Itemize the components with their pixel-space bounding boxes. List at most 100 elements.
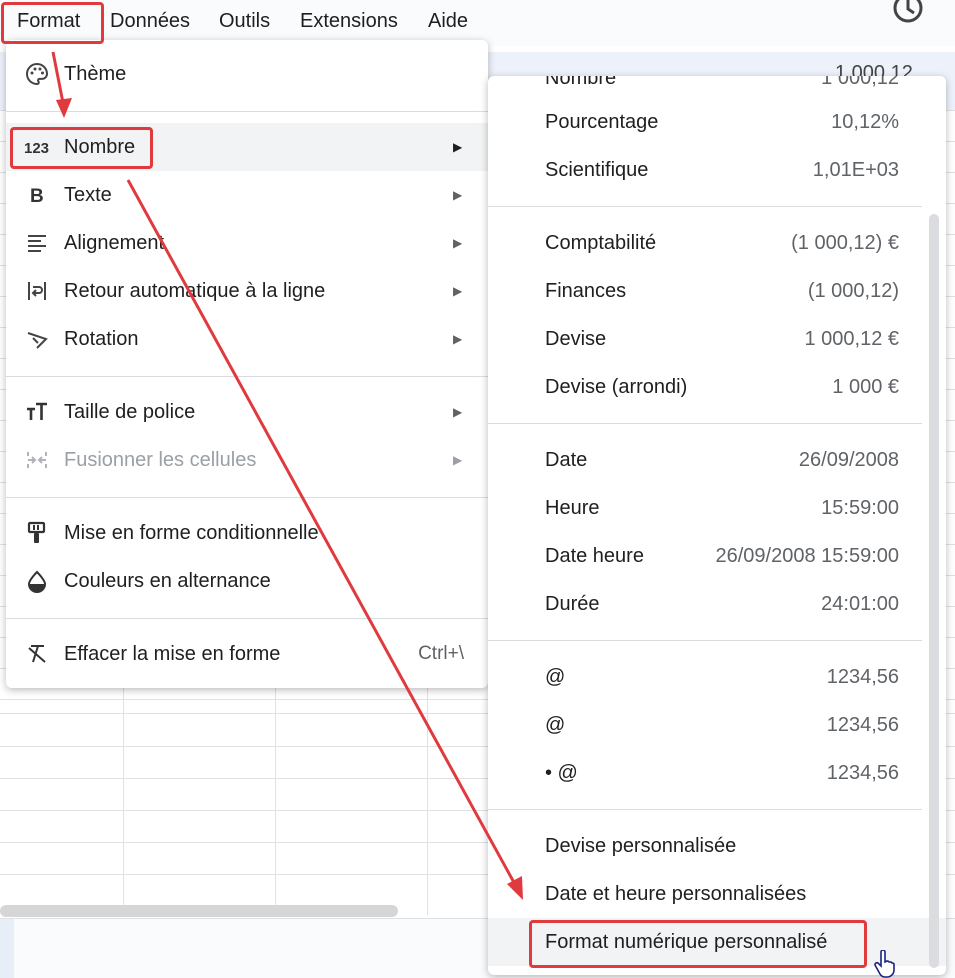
submenu-item-accounting[interactable]: Comptabilité (1 000,12) €	[488, 219, 946, 267]
menu-outils[interactable]: Outils	[219, 10, 270, 33]
submenu-item-scientific[interactable]: Scientifique 1,01E+03	[488, 146, 946, 194]
submenu-arrow-icon: ▶	[453, 405, 463, 419]
item-example: 1,01E+03	[812, 159, 899, 181]
menu-aide[interactable]: Aide	[428, 10, 468, 33]
text-rotation-icon	[27, 332, 48, 349]
item-example: 1234,56	[826, 714, 899, 736]
submenu-item-time[interactable]: Heure 15:59:00	[488, 484, 946, 532]
number-format-submenu: Nombre 1 000,12 Pourcentage 10,12% Scien…	[488, 76, 946, 975]
item-label: Heure	[545, 497, 600, 519]
menu-item-label: Retour automatique à la ligne	[64, 280, 326, 302]
submenu-item-custom-currency[interactable]: Devise personnalisée	[488, 822, 946, 870]
menu-item-alternating-colors[interactable]: Couleurs en alternance	[6, 557, 488, 605]
menu-extensions[interactable]: Extensions	[300, 10, 398, 33]
menu-item-label: Rotation	[64, 328, 139, 350]
submenu-arrow-icon: ▶	[453, 332, 463, 346]
text-wrap-icon	[28, 282, 46, 300]
menu-item-conditional-format[interactable]: Mise en forme conditionnelle	[6, 509, 488, 557]
item-example: (1 000,12) €	[791, 232, 899, 254]
menu-item-label: Texte	[64, 184, 112, 206]
menu-item-clear-format[interactable]: Effacer la mise en forme Ctrl+\	[6, 630, 488, 678]
svg-text:B: B	[30, 186, 44, 207]
submenu-item-currency[interactable]: Devise 1 000,12 €	[488, 315, 946, 363]
item-label: Date et heure personnalisées	[545, 883, 807, 905]
item-label: Durée	[545, 593, 600, 615]
paint-roller-icon	[27, 521, 46, 543]
clear-format-icon	[28, 645, 46, 663]
item-label: • @	[545, 762, 578, 784]
item-example: (1 000,12)	[807, 280, 899, 302]
item-label: Date heure	[545, 545, 644, 567]
menu-item-label: Taille de police	[64, 401, 196, 423]
item-example: 1 000,12	[821, 76, 899, 89]
item-label: Pourcentage	[545, 111, 659, 133]
item-example: 1234,56	[826, 762, 899, 784]
item-example: 24:01:00	[821, 593, 899, 615]
submenu-arrow-icon: ▶	[453, 284, 463, 298]
submenu-arrow-icon: ▶	[453, 236, 463, 250]
item-label: Scientifique	[545, 159, 649, 181]
hand-pointer-icon	[874, 950, 895, 978]
item-label: Comptabilité	[545, 232, 657, 254]
submenu-item-custom-datetime[interactable]: Date et heure personnalisées	[488, 870, 946, 918]
item-label: Format numérique personnalisé	[545, 931, 828, 953]
menu-item-theme[interactable]: Thème	[6, 50, 488, 98]
format-menu: Thème 123 Nombre ▶ B Texte ▶ Alignement …	[6, 40, 488, 688]
font-size-icon	[27, 402, 47, 420]
menu-donnees[interactable]: Données	[110, 10, 190, 33]
submenu-item-currency-rounded[interactable]: Devise (arrondi) 1 000 €	[488, 363, 946, 411]
merge-cells-icon	[27, 452, 47, 468]
submenu-item-financial[interactable]: Finances (1 000,12)	[488, 267, 946, 315]
menu-item-label: Nombre	[64, 136, 136, 158]
shortcut-label: Ctrl+\	[418, 643, 464, 664]
submenu-item-percent[interactable]: Pourcentage 10,12%	[488, 98, 946, 146]
align-left-icon	[28, 235, 46, 252]
item-label: Nombre	[545, 76, 617, 89]
submenu-scrollbar[interactable]	[929, 214, 939, 968]
item-example: 1 000,12 €	[804, 328, 899, 350]
item-example: 1234,56	[826, 666, 899, 688]
menu-item-alignment[interactable]: Alignement ▶	[6, 219, 488, 267]
item-example: 1 000 €	[832, 376, 899, 398]
menu-item-label: Alignement	[64, 232, 165, 254]
palette-icon	[26, 62, 49, 86]
item-example: 26/09/2008	[798, 449, 899, 471]
submenu-arrow-icon: ▶	[453, 453, 463, 467]
item-label: Devise	[545, 328, 607, 350]
item-label: Devise personnalisée	[545, 835, 737, 857]
color-drop-icon	[27, 570, 47, 593]
submenu-item-datetime[interactable]: Date heure 26/09/2008 15:59:00	[488, 532, 946, 580]
number-123-icon: 123	[24, 140, 49, 157]
item-example: 10,12%	[831, 111, 899, 133]
item-label: @	[545, 714, 566, 736]
submenu-arrow-icon: ▶	[453, 188, 463, 202]
menu-item-font-size[interactable]: Taille de police ▶	[6, 388, 488, 436]
item-label: Finances	[545, 280, 627, 302]
menu-item-label: Mise en forme conditionnelle	[64, 522, 319, 544]
item-example: 26/09/2008 15:59:00	[715, 545, 899, 567]
item-label: Devise (arrondi)	[545, 376, 688, 398]
menu-item-label: Thème	[64, 63, 127, 85]
submenu-item-text-format-2[interactable]: @ 1234,56	[488, 701, 946, 749]
item-example: 15:59:00	[821, 497, 899, 519]
submenu-arrow-icon: ▶	[453, 140, 463, 154]
submenu-item-date[interactable]: Date 26/09/2008	[488, 436, 946, 484]
item-label: @	[545, 666, 566, 688]
menu-item-label: Effacer la mise en forme	[64, 643, 281, 665]
menu-item-label: Couleurs en alternance	[64, 570, 271, 592]
menu-format[interactable]: Format	[17, 10, 80, 33]
menu-item-merge: Fusionner les cellules ▶	[6, 436, 488, 484]
menu-item-rotation[interactable]: Rotation ▶	[6, 315, 488, 363]
submenu-item-text-format-3[interactable]: • @ 1234,56	[488, 749, 946, 797]
menu-item-label: Fusionner les cellules	[64, 449, 257, 471]
svg-text:123: 123	[24, 140, 49, 157]
menu-item-text[interactable]: B Texte ▶	[6, 171, 488, 219]
submenu-item-text-format-1[interactable]: @ 1234,56	[488, 653, 946, 701]
menu-item-number[interactable]: 123 Nombre ▶	[6, 123, 488, 171]
bold-icon: B	[30, 186, 44, 207]
item-label: Date	[545, 449, 588, 471]
version-history-icon[interactable]	[890, 0, 926, 30]
submenu-item-duration[interactable]: Durée 24:01:00	[488, 580, 946, 628]
horizontal-scrollbar[interactable]	[0, 905, 398, 917]
menu-item-wrap[interactable]: Retour automatique à la ligne ▶	[6, 267, 488, 315]
